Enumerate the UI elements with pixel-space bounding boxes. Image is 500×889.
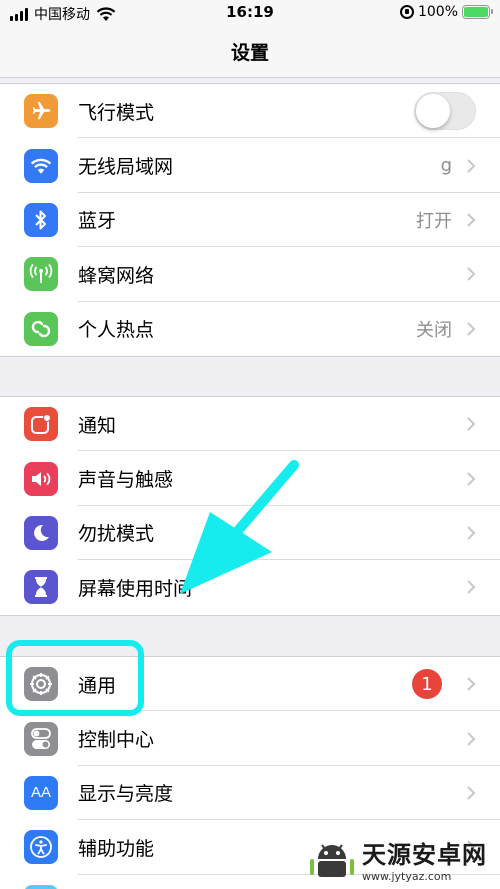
watermark-title: 天源安卓网 xyxy=(362,841,487,869)
row-label: 显示与亮度 xyxy=(78,783,174,806)
row-value: 关闭 xyxy=(416,319,452,341)
wallpaper-icon xyxy=(24,884,58,889)
status-right: 100% xyxy=(399,4,493,20)
android-logo-icon xyxy=(310,844,354,877)
settings-group-notifications: 通知 声音与触感 勿扰模式 屏幕使用时间 xyxy=(0,396,500,616)
settings-row-airplane-mode: 飞行模式 xyxy=(0,84,500,139)
row-label: 蓝牙 xyxy=(78,210,117,233)
row-label: 勿扰模式 xyxy=(78,523,155,546)
status-bar: 中国移动 16:19 100% xyxy=(0,0,500,26)
watermark-url: www.jytyaz.com xyxy=(362,870,452,883)
chevron-right-icon xyxy=(467,580,476,595)
hourglass-icon xyxy=(24,570,58,605)
row-value: 打开 xyxy=(416,210,452,232)
row-label: 无线局域网 xyxy=(78,156,174,179)
sound-icon xyxy=(24,461,58,496)
text-size-icon: AA xyxy=(24,775,58,810)
chevron-right-icon xyxy=(467,471,476,486)
chevron-right-icon xyxy=(467,526,476,540)
settings-row-bluetooth[interactable]: 蓝牙 打开 xyxy=(0,193,500,248)
accessibility-icon xyxy=(24,830,58,865)
row-label: 飞行模式 xyxy=(78,101,155,124)
update-badge: 1 xyxy=(412,669,442,700)
airplane-mode-toggle[interactable] xyxy=(414,92,476,131)
row-label: 控制中心 xyxy=(78,729,155,752)
settings-row-wifi[interactable]: 无线局域网 g xyxy=(0,138,500,193)
row-label: 声音与触感 xyxy=(78,469,174,492)
battery-icon xyxy=(462,5,493,19)
row-label: 屏幕使用时间 xyxy=(78,577,193,600)
annotation-highlight-box xyxy=(6,640,144,716)
settings-row-notifications[interactable]: 通知 xyxy=(0,397,500,452)
chevron-right-icon xyxy=(467,417,476,431)
row-label: 通知 xyxy=(78,414,117,437)
settings-group-connectivity: 飞行模式 无线局域网 g 蓝牙 打开 蜂窝网络 个人热点 关闭 xyxy=(0,83,500,357)
chevron-right-icon xyxy=(467,677,476,691)
chevron-right-icon xyxy=(467,213,476,227)
settings-row-screen-time[interactable]: 屏幕使用时间 xyxy=(0,560,500,614)
chevron-right-icon xyxy=(467,322,476,336)
settings-row-display-brightness[interactable]: AA 显示与亮度 xyxy=(0,766,500,821)
toggles-icon xyxy=(24,721,58,756)
chevron-right-icon xyxy=(467,158,476,173)
row-label: 个人热点 xyxy=(78,319,155,342)
bluetooth-icon xyxy=(24,202,58,237)
navigation-bar: 设置 xyxy=(0,26,500,78)
wifi-icon xyxy=(24,148,58,183)
settings-row-control-center[interactable]: 控制中心 xyxy=(0,711,500,766)
settings-row-personal-hotspot[interactable]: 个人热点 关闭 xyxy=(0,302,500,356)
chevron-right-icon xyxy=(467,786,476,800)
notifications-icon xyxy=(24,407,58,442)
chevron-right-icon xyxy=(467,731,476,746)
row-label: 蜂窝网络 xyxy=(78,264,155,287)
page-title: 设置 xyxy=(230,42,269,64)
cellular-icon xyxy=(24,257,58,292)
chevron-right-icon xyxy=(467,267,476,282)
moon-icon xyxy=(24,515,58,550)
battery-percent: 100% xyxy=(417,4,458,20)
watermark: 天源安卓网 www.jytyaz.com xyxy=(300,829,500,889)
row-value: g xyxy=(440,155,452,177)
settings-row-sounds[interactable]: 声音与触感 xyxy=(0,451,500,506)
settings-row-cellular[interactable]: 蜂窝网络 xyxy=(0,247,500,302)
settings-row-do-not-disturb[interactable]: 勿扰模式 xyxy=(0,506,500,561)
hotspot-icon xyxy=(24,311,58,346)
orientation-lock-icon xyxy=(399,5,414,19)
airplane-icon xyxy=(24,94,58,129)
row-label: 辅助功能 xyxy=(78,837,155,860)
